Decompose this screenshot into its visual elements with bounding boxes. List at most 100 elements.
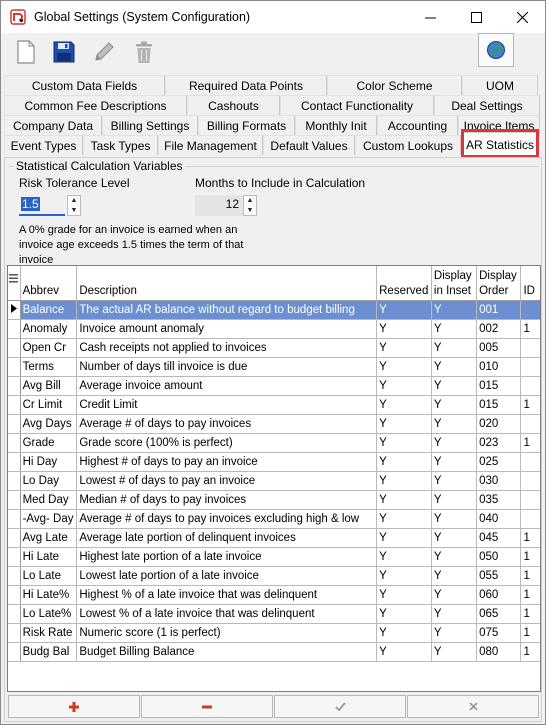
cell-display-in-inset[interactable]: Y — [431, 585, 478, 605]
spin-down-icon[interactable]: ▼ — [68, 206, 80, 215]
table-row[interactable]: Avg Days Average # of days to pay invoice… — [8, 414, 540, 434]
cell-description[interactable]: Highest % of a late invoice that was del… — [76, 585, 378, 605]
cell-description[interactable]: Grade score (100% is perfect) — [76, 433, 378, 453]
spin-up-icon[interactable]: ▲ — [244, 196, 256, 205]
cell-abbrev[interactable]: Grade — [20, 433, 78, 453]
tab-file-management[interactable]: File Management — [158, 135, 263, 155]
cell-id[interactable]: 1 — [520, 604, 540, 624]
cell-id[interactable]: 1 — [520, 547, 540, 567]
column-header-id[interactable]: ID — [520, 266, 540, 301]
cell-display-in-inset[interactable]: Y — [431, 547, 478, 567]
cell-display-in-inset[interactable]: Y — [431, 566, 478, 586]
row-indicator[interactable] — [8, 623, 21, 643]
cell-description[interactable]: Lowest % of a late invoice that was deli… — [76, 604, 378, 624]
cell-reserved[interactable]: Y — [376, 566, 432, 586]
cell-description[interactable]: Highest late portion of a late invoice — [76, 547, 378, 567]
cell-display-order[interactable]: 023 — [476, 433, 522, 453]
cell-display-in-inset[interactable]: Y — [431, 414, 478, 434]
table-row[interactable]: Lo Day Lowest # of days to pay an invoice… — [8, 471, 540, 491]
tab-company-data[interactable]: Company Data — [4, 115, 102, 135]
cell-reserved[interactable]: Y — [376, 585, 432, 605]
cell-reserved[interactable]: Y — [376, 528, 432, 548]
cell-description[interactable]: Invoice amount anomaly — [76, 319, 378, 339]
tab-contact-functionality[interactable]: Contact Functionality — [280, 95, 434, 115]
cell-display-in-inset[interactable]: Y — [431, 300, 478, 320]
cell-display-in-inset[interactable]: Y — [431, 452, 478, 472]
cell-id[interactable] — [520, 338, 540, 358]
cell-reserved[interactable]: Y — [376, 471, 432, 491]
cell-id[interactable] — [520, 490, 540, 510]
cell-display-order[interactable]: 065 — [476, 604, 522, 624]
cell-abbrev[interactable]: Balance — [20, 300, 78, 320]
months-spinner[interactable]: 12 ▲ ▼ — [195, 195, 259, 216]
tab-monthly-init[interactable]: Monthly Init — [295, 115, 377, 135]
cell-reserved[interactable]: Y — [376, 357, 432, 377]
minimize-button[interactable] — [407, 1, 453, 33]
edit-button[interactable] — [88, 35, 120, 69]
cell-display-order[interactable]: 040 — [476, 509, 522, 529]
new-button[interactable] — [10, 35, 42, 69]
cell-description[interactable]: Average invoice amount — [76, 376, 378, 396]
column-chooser-icon[interactable] — [8, 266, 21, 301]
cell-display-order[interactable]: 010 — [476, 357, 522, 377]
close-button[interactable] — [499, 1, 545, 33]
row-indicator[interactable] — [8, 433, 21, 453]
cell-display-in-inset[interactable]: Y — [431, 509, 478, 529]
tab-billing-settings[interactable]: Billing Settings — [102, 115, 198, 135]
cell-reserved[interactable]: Y — [376, 395, 432, 415]
tab-default-values[interactable]: Default Values — [263, 135, 355, 155]
spin-up-icon[interactable]: ▲ — [68, 196, 80, 205]
risk-tolerance-arrows[interactable]: ▲ ▼ — [67, 195, 81, 216]
cell-id[interactable]: 1 — [520, 623, 540, 643]
cell-id[interactable]: 1 — [520, 319, 540, 339]
globe-button[interactable] — [478, 33, 514, 67]
cell-abbrev[interactable]: Terms — [20, 357, 78, 377]
row-indicator[interactable] — [8, 528, 21, 548]
cell-description[interactable]: Lowest late portion of a late invoice — [76, 566, 378, 586]
tab-custom-data-fields[interactable]: Custom Data Fields — [4, 75, 165, 95]
cell-abbrev[interactable]: Lo Late — [20, 566, 78, 586]
cell-display-order[interactable]: 080 — [476, 642, 522, 662]
row-indicator[interactable] — [8, 547, 21, 567]
table-row[interactable]: Grade Grade score (100% is perfect) Y Y 023 1 — [8, 433, 540, 453]
cell-reserved[interactable]: Y — [376, 642, 432, 662]
row-indicator[interactable] — [8, 357, 21, 377]
risk-tolerance-spinner[interactable]: 1.5 ▲ ▼ — [19, 195, 83, 216]
cell-description[interactable]: Budget Billing Balance — [76, 642, 378, 662]
cell-display-in-inset[interactable]: Y — [431, 471, 478, 491]
cell-display-order[interactable]: 001 — [476, 300, 522, 320]
row-indicator[interactable] — [8, 490, 21, 510]
row-indicator[interactable] — [8, 395, 21, 415]
tab-common-fee-descriptions[interactable]: Common Fee Descriptions — [4, 95, 187, 115]
cell-description[interactable]: Lowest # of days to pay an invoice — [76, 471, 378, 491]
cell-display-order[interactable]: 015 — [476, 376, 522, 396]
table-row[interactable]: Hi Late% Highest % of a late invoice that… — [8, 585, 540, 605]
cell-display-order[interactable]: 075 — [476, 623, 522, 643]
cell-id[interactable]: 1 — [520, 395, 540, 415]
ar-statistics-grid[interactable]: Abbrev Description Reserved Display in I… — [7, 265, 541, 692]
cell-description[interactable]: Numeric score (1 is perfect) — [76, 623, 378, 643]
tab-task-types[interactable]: Task Types — [83, 135, 158, 155]
tab-accounting[interactable]: Accounting — [377, 115, 458, 135]
cell-reserved[interactable]: Y — [376, 414, 432, 434]
cell-display-order[interactable]: 030 — [476, 471, 522, 491]
months-arrows[interactable]: ▲ ▼ — [243, 195, 257, 216]
cell-display-in-inset[interactable]: Y — [431, 623, 478, 643]
delete-button[interactable] — [128, 35, 160, 69]
cell-display-order[interactable]: 055 — [476, 566, 522, 586]
cell-display-in-inset[interactable]: Y — [431, 338, 478, 358]
table-row[interactable]: Cr Limit Credit Limit Y Y 015 1 — [8, 395, 540, 415]
tab-color-scheme[interactable]: Color Scheme — [327, 75, 462, 95]
cell-reserved[interactable]: Y — [376, 433, 432, 453]
row-indicator[interactable] — [8, 319, 21, 339]
cell-id[interactable] — [520, 452, 540, 472]
cell-display-order[interactable]: 050 — [476, 547, 522, 567]
cell-id[interactable] — [520, 376, 540, 396]
tab-required-data-points[interactable]: Required Data Points — [165, 75, 327, 95]
tab-ar-statistics[interactable]: AR Statistics — [463, 132, 537, 156]
cell-abbrev[interactable]: -Avg- Day — [20, 509, 78, 529]
row-indicator[interactable] — [8, 604, 21, 624]
cell-display-order[interactable]: 020 — [476, 414, 522, 434]
cell-display-order[interactable]: 035 — [476, 490, 522, 510]
cell-id[interactable] — [520, 300, 540, 320]
